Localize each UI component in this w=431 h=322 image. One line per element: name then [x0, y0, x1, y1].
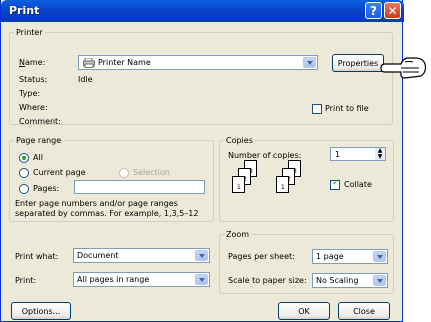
copy-sheet-1a: 1: [232, 176, 245, 193]
scale-to-paper-value: No Scaling: [316, 276, 359, 285]
help-button[interactable]: ?: [365, 2, 382, 19]
chevron-down-icon[interactable]: [195, 250, 208, 261]
selection-label: Selection: [133, 168, 170, 177]
print-to-file-checkbox[interactable]: [312, 104, 322, 114]
chevron-down-icon[interactable]: [373, 251, 386, 262]
title-bar[interactable]: Print ? ✕: [1, 0, 404, 22]
window-title: Print: [9, 4, 40, 17]
zoom-group-label: Zoom: [226, 230, 250, 239]
status-label: Status:: [19, 75, 48, 84]
chevron-down-icon[interactable]: [373, 275, 386, 286]
all-pages-radio[interactable]: [19, 153, 29, 163]
pages-per-sheet-select[interactable]: 1 page: [312, 249, 388, 264]
comment-label: Comment:: [19, 117, 61, 126]
printer-name-label: Name:: [19, 58, 46, 67]
print-what-select[interactable]: Document: [73, 248, 210, 263]
selection-radio[interactable]: [119, 168, 129, 178]
options-button[interactable]: Options...: [11, 302, 71, 320]
chevron-down-icon[interactable]: [195, 274, 208, 285]
pages-per-sheet-value: 1 page: [316, 252, 344, 261]
close-window-button[interactable]: ✕: [384, 2, 401, 19]
print-dialog: Print ? ✕ Printer Name: Printer Name Pro…: [0, 0, 404, 322]
ok-button-label: OK: [298, 306, 310, 316]
status-value: Idle: [78, 75, 93, 84]
print-to-file-label: Print to file: [325, 104, 369, 113]
number-of-copies-input[interactable]: 1 ▲ ▼: [330, 147, 386, 161]
pages-input[interactable]: [74, 180, 205, 194]
pointing-hand-icon: [379, 48, 429, 82]
print-value: All pages in range: [77, 275, 150, 284]
print-label: Print:: [15, 276, 37, 285]
cancel-button-label: Close: [353, 306, 375, 316]
copies-group-label: Copies: [226, 136, 253, 145]
type-label: Type:: [19, 89, 41, 98]
where-label: Where:: [19, 103, 48, 112]
scale-to-paper-select[interactable]: No Scaling: [312, 273, 388, 288]
printer-name-value: Printer Name: [98, 58, 151, 67]
chevron-down-icon[interactable]: [303, 57, 316, 68]
current-page-radio[interactable]: [19, 168, 29, 178]
page-range-hint-line1: Enter page numbers and/or page ranges: [15, 199, 178, 208]
current-page-label: Current page: [33, 168, 86, 177]
options-button-label: Options...: [21, 306, 61, 316]
page-range-group-label: Page range: [16, 136, 62, 145]
printer-name-select[interactable]: Printer Name: [78, 55, 318, 70]
spinner-icon[interactable]: ▲ ▼: [375, 148, 385, 160]
collate-label: Collate: [344, 180, 372, 189]
print-select[interactable]: All pages in range: [73, 272, 210, 287]
page-range-hint-line2: separated by commas. For example, 1,3,5–…: [15, 209, 199, 218]
pages-per-sheet-label: Pages per sheet:: [228, 252, 295, 261]
number-of-copies-value: 1: [335, 150, 341, 159]
properties-button[interactable]: Properties: [332, 54, 384, 72]
printer-icon: [83, 57, 95, 68]
copy-sheet-1a-number: 1: [237, 184, 241, 191]
pages-label: Pages:: [33, 184, 60, 193]
properties-button-label: Properties: [337, 58, 379, 68]
print-what-value: Document: [77, 251, 119, 260]
all-pages-label: All: [33, 153, 43, 162]
copy-sheet-1b: 1: [276, 176, 289, 193]
ok-button[interactable]: OK: [278, 302, 330, 320]
scale-to-paper-label: Scale to paper size:: [228, 276, 307, 285]
copy-sheet-1b-number: 1: [281, 184, 285, 191]
cancel-button[interactable]: Close: [338, 302, 390, 320]
number-of-copies-label: Number of copies:: [228, 151, 302, 160]
collate-checkbox[interactable]: [330, 178, 340, 190]
pages-radio[interactable]: [19, 184, 29, 194]
print-what-label: Print what:: [15, 252, 59, 261]
printer-group-label: Printer: [16, 28, 43, 37]
